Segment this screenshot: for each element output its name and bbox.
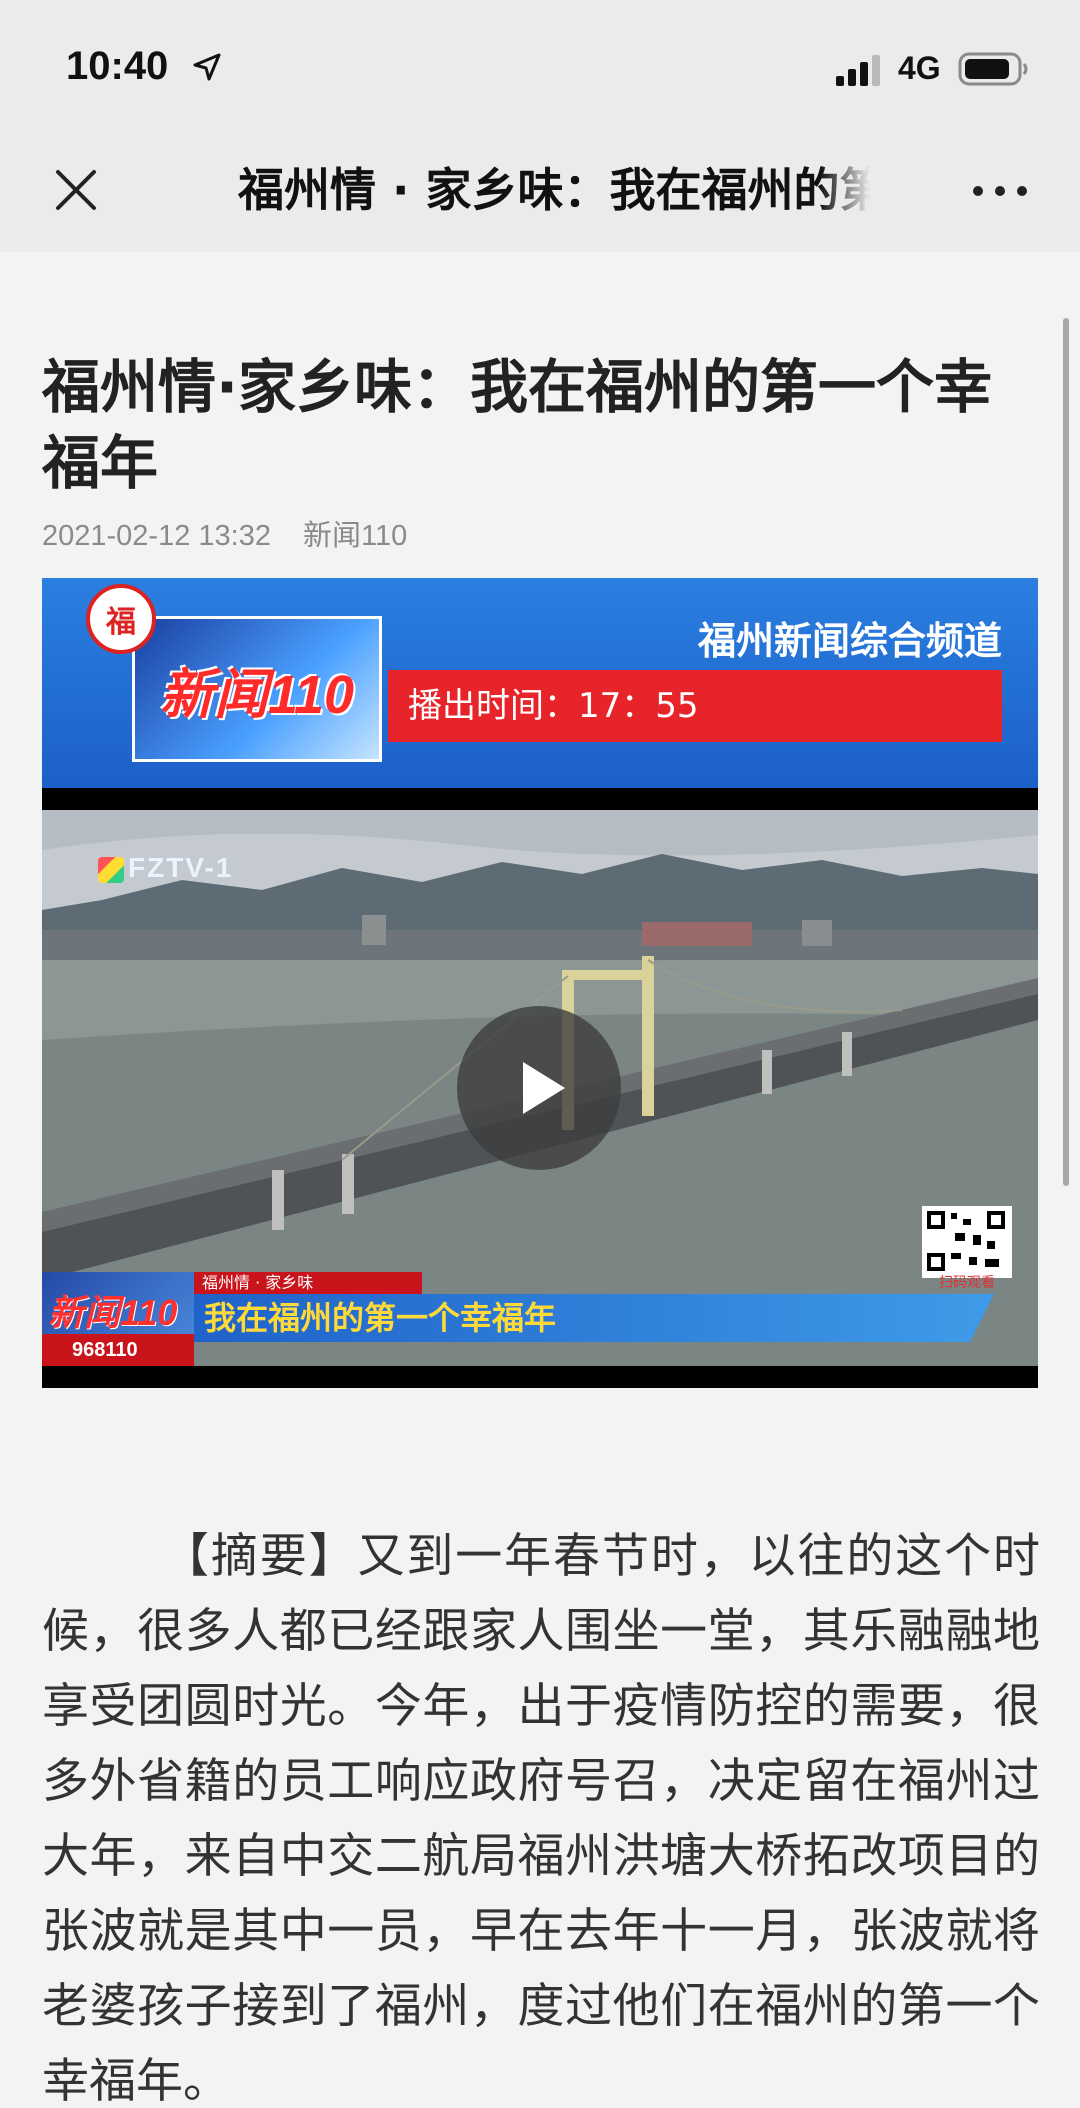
nav-title: 福州情 · 家乡味：我在福州的第一个幸福年 [238, 163, 870, 217]
article-meta: 2021-02-12 13:32 新闻110 [42, 512, 431, 554]
nav-title-fade [820, 160, 870, 220]
close-icon[interactable] [52, 166, 100, 214]
lower-third-logo: 新闻110 968110 [42, 1272, 194, 1366]
program-logo-text: 新闻110 [159, 664, 355, 725]
play-icon [523, 1062, 565, 1114]
network-type: 4G [898, 50, 941, 86]
article-title: 福州情·家乡味：我在福州的第一个幸福年 [42, 352, 993, 497]
lower-third-headline: 我在福州的第一个幸福年 [194, 1294, 994, 1342]
video-player[interactable]: 新闻110 福 福州新闻综合频道 播出时间：17：55 FZTV-1 扫码观看 … [42, 578, 1038, 1388]
page: 10:40 4G 福州情 · 家乡味：我在福州的第一个幸福年 [0, 0, 1080, 2108]
station-logo-text: FZTV-1 [128, 852, 234, 883]
scrollbar[interactable] [1063, 318, 1069, 1186]
lower-third-kicker: 福州情 · 家乡味 [194, 1272, 422, 1294]
status-time: 10:40 [66, 44, 169, 88]
more-icon[interactable] [970, 176, 1030, 206]
article-source[interactable]: 新闻110 [303, 520, 407, 552]
program-logo-image: 新闻110 [132, 616, 382, 762]
video-frame[interactable]: FZTV-1 扫码观看 新闻110 968110 福州情 · 家乡味 我在福州的… [42, 810, 1038, 1366]
status-bar: 10:40 4G [0, 0, 1080, 130]
play-button[interactable] [457, 1006, 621, 1170]
qr-code-image [922, 1206, 1012, 1278]
location-arrow-icon [193, 53, 221, 81]
air-time: 播出时间：17：55 [388, 670, 1002, 742]
lower-third-logo-text: 新闻110 [48, 1292, 178, 1333]
cellular-signal-icon [836, 55, 880, 86]
station-logo-icon [98, 856, 124, 883]
article-summary: 【摘要】又到一年春节时，以往的这个时候，很多人都已经跟家人围坐一堂，其乐融融地享… [42, 1529, 1040, 2108]
station-logo: FZTV-1 [98, 852, 233, 884]
channel-name: 福州新闻综合频道 [697, 619, 1002, 663]
lower-third: 新闻110 968110 福州情 · 家乡味 我在福州的第一个幸福年 [42, 1272, 1038, 1366]
program-number: 968110 [42, 1334, 194, 1366]
station-emblem-icon: 福 [86, 584, 156, 654]
nav-bar: 福州情 · 家乡味：我在福州的第一个幸福年 [0, 130, 1080, 252]
battery-icon [958, 52, 1028, 86]
article-date: 2021-02-12 13:32 [42, 520, 271, 552]
article: 福州情·家乡味：我在福州的第一个幸福年 2021-02-12 13:32 新闻1… [0, 252, 1080, 2108]
program-banner: 新闻110 福 福州新闻综合频道 播出时间：17：55 [42, 578, 1038, 788]
